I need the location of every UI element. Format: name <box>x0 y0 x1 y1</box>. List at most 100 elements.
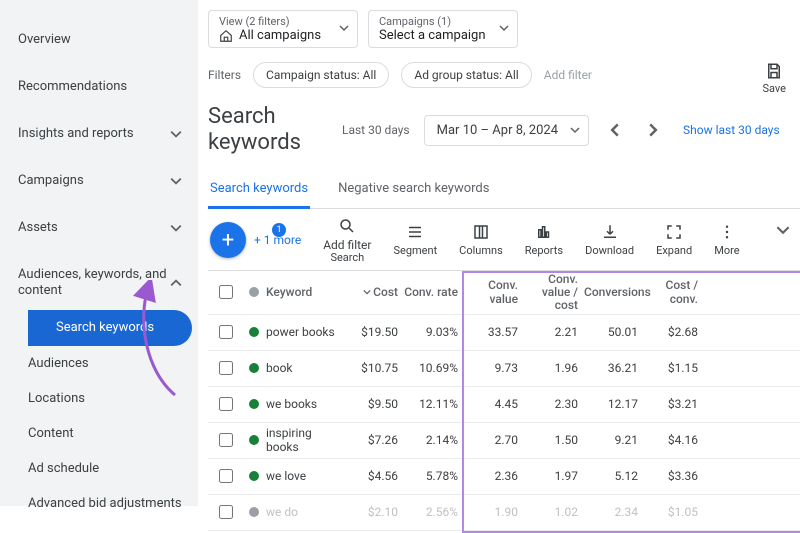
cell-val-cost: 1.96 <box>524 361 584 375</box>
add-filter-link[interactable]: Add filter <box>544 68 592 82</box>
nav-sub-label: Content <box>28 426 74 441</box>
row-checkbox[interactable] <box>219 361 233 375</box>
nav-item[interactable]: Insights and reports <box>0 116 198 151</box>
col-keyword[interactable]: Keyword <box>266 285 344 299</box>
row-checkbox[interactable] <box>219 469 233 483</box>
toolbar-download[interactable]: Download <box>585 223 634 257</box>
cell-keyword[interactable]: inspiring books <box>266 426 344 454</box>
nav-sub-label: Advanced bid adjustments <box>28 496 182 511</box>
campaign-selector[interactable]: Campaigns (1) Select a campaign <box>368 10 518 48</box>
nav-sub-label: Locations <box>28 391 85 406</box>
toolbar-collapse-icon[interactable] <box>776 223 790 237</box>
nav-item[interactable]: Campaigns <box>0 163 198 198</box>
cell-conversions: 2.34 <box>584 505 644 519</box>
expand-icon <box>665 223 683 241</box>
nav-sub-item[interactable]: Locations <box>28 381 198 416</box>
plus-one-more-link[interactable]: + 1 more 1 <box>254 233 301 247</box>
cell-keyword[interactable]: we books <box>266 397 344 411</box>
filter-chip-adgroup-status[interactable]: Ad group status: All <box>401 62 531 88</box>
filters-label: Filters <box>208 68 241 82</box>
plus-icon: + <box>222 228 234 253</box>
add-keyword-fab[interactable]: + <box>210 222 246 258</box>
chevron-down-icon <box>170 175 182 187</box>
nav-item-label: Recommendations <box>18 79 127 94</box>
next-period-button[interactable] <box>641 118 665 142</box>
nav-item[interactable]: Recommendations <box>0 69 198 104</box>
status-column-header[interactable] <box>242 287 266 297</box>
toolbar-columns[interactable]: Columns <box>459 223 503 257</box>
cell-conversions: 5.12 <box>584 469 644 483</box>
filter-chip-campaign-status[interactable]: Campaign status: All <box>253 62 389 88</box>
table-row: book$10.7510.69%9.731.9636.21$1.15 <box>208 351 800 387</box>
cell-conv-rate: 9.03% <box>404 325 464 339</box>
cell-val-cost: 2.21 <box>524 325 584 339</box>
cell-cost: $2.10 <box>344 505 404 519</box>
view-selector[interactable]: View (2 filters) All campaigns <box>208 10 358 48</box>
date-range-label: Last 30 days <box>342 123 410 137</box>
save-button[interactable]: Save <box>762 62 786 95</box>
cell-cost-conv: $3.21 <box>644 397 704 411</box>
chevron-down-icon <box>170 128 182 140</box>
col-cost[interactable]: Cost <box>344 285 404 299</box>
nav-sub-item-active[interactable]: Search keywords <box>28 310 192 346</box>
nav-item[interactable]: Assets <box>0 210 198 245</box>
columns-icon <box>472 223 490 241</box>
nav-item-label: Campaigns <box>18 173 84 188</box>
toolbar-segment[interactable]: Segment <box>393 223 437 257</box>
cell-conversions: 36.21 <box>584 361 644 375</box>
row-checkbox[interactable] <box>219 433 233 447</box>
page-title: Search keywords <box>208 104 328 157</box>
cell-conv-rate: 5.78% <box>404 469 464 483</box>
toolbar-expand[interactable]: Expand <box>656 223 692 257</box>
nav-item[interactable]: Audiences, keywords, and content <box>0 257 198 310</box>
cell-conversions: 12.17 <box>584 397 644 411</box>
home-icon <box>219 29 233 43</box>
nav-sub-item[interactable]: Audiences <box>28 346 198 381</box>
nav-sub-label: Search keywords <box>56 320 154 335</box>
col-conversions[interactable]: Conversions <box>584 285 644 299</box>
col-cost-conv[interactable]: Cost / conv. <box>644 278 704 306</box>
nav-sub-item[interactable]: Advanced bid adjustments <box>28 486 198 521</box>
tab-negative-keywords[interactable]: Negative search keywords <box>336 171 491 208</box>
segment-icon <box>406 223 424 241</box>
status-dot <box>242 471 266 481</box>
tab-search-keywords[interactable]: Search keywords <box>208 171 310 209</box>
select-all-checkbox[interactable] <box>219 285 233 299</box>
nav-sub-item[interactable]: Ad schedule <box>28 451 198 486</box>
table-header-row: Keyword Cost Conv. rate Conv. value Conv… <box>208 271 800 315</box>
nav-sub-item[interactable]: Content <box>28 416 198 451</box>
toolbar-reports[interactable]: Reports <box>525 223 563 257</box>
show-last-30-link[interactable]: Show last 30 days <box>683 123 780 139</box>
cell-conv-rate: 2.14% <box>404 433 464 447</box>
toolbar-add-filter[interactable]: Add filter Search <box>323 217 371 264</box>
status-dot <box>242 399 266 409</box>
cell-cost: $7.26 <box>344 433 404 447</box>
campaign-selector-value: Select a campaign <box>379 28 486 43</box>
search-icon <box>338 217 356 235</box>
col-conv-rate[interactable]: Conv. rate <box>404 285 464 299</box>
date-range-picker[interactable]: Mar 10 – Apr 8, 2024 <box>424 115 589 146</box>
cell-cost-conv: $1.15 <box>644 361 704 375</box>
keywords-table: Keyword Cost Conv. rate Conv. value Conv… <box>208 271 800 531</box>
cell-cost-conv: $1.05 <box>644 505 704 519</box>
chevron-down-icon <box>170 222 182 234</box>
view-selector-value: All campaigns <box>239 28 321 43</box>
toolbar-more[interactable]: More <box>714 223 739 257</box>
chevron-up-icon <box>170 277 182 289</box>
row-checkbox[interactable] <box>219 505 233 519</box>
cell-conv-value: 4.45 <box>464 397 524 411</box>
row-checkbox[interactable] <box>219 397 233 411</box>
caret-down-icon <box>339 23 349 33</box>
cell-keyword[interactable]: power books <box>266 325 344 339</box>
cell-conv-value: 33.57 <box>464 325 524 339</box>
caret-down-icon <box>499 23 509 33</box>
nav-item[interactable]: Overview <box>0 22 198 57</box>
row-checkbox[interactable] <box>219 325 233 339</box>
table-row: we books$9.5012.11%4.452.3012.17$3.21 <box>208 387 800 423</box>
cell-keyword[interactable]: we do <box>266 505 344 519</box>
col-conv-value[interactable]: Conv. value <box>464 278 524 306</box>
prev-period-button[interactable] <box>603 118 627 142</box>
col-conv-value-cost[interactable]: Conv. value / cost <box>524 273 584 313</box>
cell-keyword[interactable]: book <box>266 361 344 375</box>
cell-keyword[interactable]: we love <box>266 469 344 483</box>
